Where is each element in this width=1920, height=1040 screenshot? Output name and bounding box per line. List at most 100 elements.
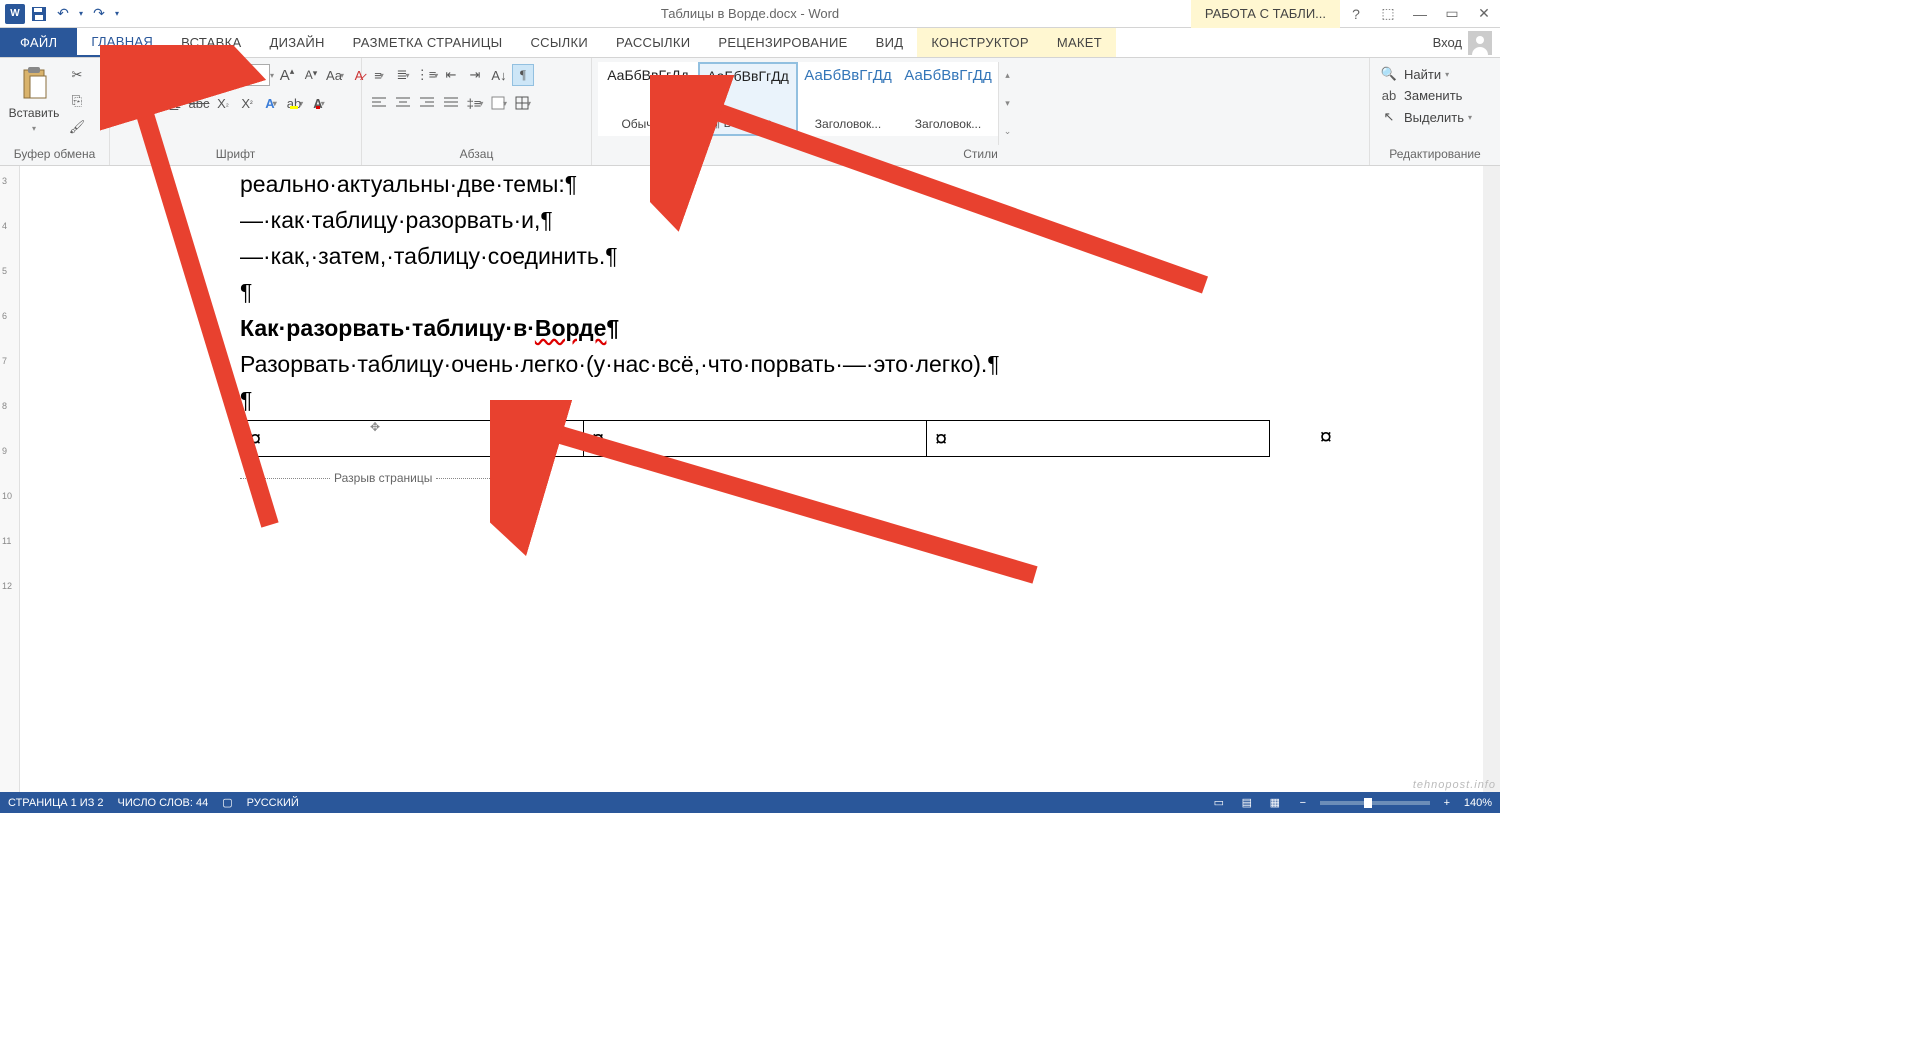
expand-icon[interactable]: ⌄ bbox=[1004, 126, 1012, 137]
ribbon-display-icon[interactable]: ⬚ bbox=[1372, 2, 1404, 26]
superscript-icon[interactable]: X² bbox=[236, 92, 258, 114]
print-layout-icon[interactable]: ▤ bbox=[1236, 795, 1258, 811]
undo-icon[interactable]: ↶ bbox=[52, 3, 74, 25]
bold-icon[interactable]: Ж bbox=[116, 92, 138, 114]
change-case-icon[interactable]: Aa▾ bbox=[324, 64, 346, 86]
scroll-down-icon[interactable]: ▾ bbox=[1005, 98, 1010, 109]
status-page[interactable]: СТРАНИЦА 1 ИЗ 2 bbox=[8, 797, 104, 809]
sign-in[interactable]: Вход bbox=[1425, 28, 1500, 57]
status-word-count[interactable]: ЧИСЛО СЛОВ: 44 bbox=[118, 797, 209, 809]
show-hide-icon[interactable]: ¶ bbox=[512, 64, 534, 86]
zoom-in-icon[interactable]: + bbox=[1436, 795, 1458, 811]
subscript-icon[interactable]: X₂ bbox=[212, 92, 234, 114]
tab-mailings[interactable]: РАССЫЛКИ bbox=[602, 28, 704, 57]
maximize-icon[interactable]: ▭ bbox=[1436, 2, 1468, 26]
font-name-value: Calibri (Осно bbox=[121, 68, 197, 83]
font-color-icon[interactable]: A▾ bbox=[308, 92, 330, 114]
minimize-icon[interactable]: — bbox=[1404, 2, 1436, 26]
vertical-ruler[interactable]: 3 4 5 6 7 8 9 10 11 12 bbox=[0, 166, 20, 792]
underline-icon[interactable]: Ч▾ bbox=[164, 92, 186, 114]
tab-file[interactable]: ФАЙЛ bbox=[0, 28, 77, 57]
table-move-handle-icon[interactable]: ✥ bbox=[370, 420, 380, 434]
tab-view[interactable]: ВИД bbox=[862, 28, 918, 57]
select-icon: ↖ bbox=[1380, 109, 1398, 125]
text-bold: ¶ bbox=[606, 315, 619, 341]
justify-icon[interactable] bbox=[440, 92, 462, 114]
table-row: ¤ ¤ ¤ bbox=[241, 421, 1270, 457]
qat-undo-dropdown[interactable]: ▾ bbox=[76, 3, 86, 25]
save-icon[interactable] bbox=[28, 3, 50, 25]
paste-button[interactable]: Вставить ▾ bbox=[6, 62, 62, 133]
row-end-mark: ¤ bbox=[1320, 424, 1332, 450]
replace-button[interactable]: ab Заменить bbox=[1376, 86, 1476, 105]
increase-indent-icon[interactable]: ⇥ bbox=[464, 64, 486, 86]
page-break-indicator: Разрыв страницы ¶ bbox=[240, 465, 1310, 491]
tab-home[interactable]: ГЛАВНАЯ bbox=[77, 28, 167, 57]
vertical-scrollbar[interactable] bbox=[1483, 166, 1500, 792]
redo-icon[interactable]: ↷ bbox=[88, 3, 110, 25]
table-cell[interactable]: ¤ bbox=[927, 421, 1270, 457]
select-button[interactable]: ↖ Выделить ▾ bbox=[1376, 107, 1476, 127]
style-heading2[interactable]: АаБбВвГгДд Заголовок... bbox=[898, 62, 998, 136]
tab-table-design[interactable]: КОНСТРУКТОР bbox=[917, 28, 1042, 57]
grow-font-icon[interactable]: A▴ bbox=[276, 64, 298, 86]
group-styles-label: Стили bbox=[598, 145, 1363, 165]
zoom-slider[interactable] bbox=[1320, 801, 1430, 805]
tab-references[interactable]: ССЫЛКИ bbox=[516, 28, 602, 57]
style-normal[interactable]: АаБбВвГгДд Обычный bbox=[598, 62, 698, 136]
strikethrough-icon[interactable]: abc bbox=[188, 92, 210, 114]
style-heading1[interactable]: АаБбВвГгДд Заголовок... bbox=[798, 62, 898, 136]
cut-icon[interactable]: ✂ bbox=[66, 64, 88, 86]
multilevel-icon[interactable]: ⋮≡▾ bbox=[416, 64, 438, 86]
borders-icon[interactable]: ▾ bbox=[512, 92, 534, 114]
style-no-spacing[interactable]: АаБбВвГгДд ¶ Без инте... bbox=[698, 62, 798, 136]
paste-icon bbox=[18, 66, 50, 102]
scroll-up-icon[interactable]: ▴ bbox=[1005, 70, 1010, 81]
word-app-icon[interactable]: W bbox=[4, 3, 26, 25]
replace-label: Заменить bbox=[1404, 88, 1462, 103]
style-gallery-more[interactable]: ▴ ▾ ⌄ bbox=[998, 62, 1016, 145]
format-painter-icon[interactable]: 🖌 bbox=[66, 116, 88, 138]
bullets-icon[interactable]: ≡▾ bbox=[368, 64, 390, 86]
align-center-icon[interactable] bbox=[392, 92, 414, 114]
table-cell[interactable]: ¤ bbox=[584, 421, 927, 457]
zoom-level[interactable]: 140% bbox=[1464, 797, 1492, 809]
document-page[interactable]: реально·актуальны·две·темы:¶ —·как·табли… bbox=[90, 166, 1310, 491]
italic-icon[interactable]: К bbox=[140, 92, 162, 114]
tab-review[interactable]: РЕЦЕНЗИРОВАНИЕ bbox=[704, 28, 861, 57]
qat-customize-icon[interactable]: ▾ bbox=[112, 3, 122, 25]
highlight-icon[interactable]: ab▾ bbox=[284, 92, 306, 114]
table-cell[interactable]: ¤ bbox=[241, 421, 584, 457]
web-layout-icon[interactable]: ▦ bbox=[1264, 795, 1286, 811]
align-right-icon[interactable] bbox=[416, 92, 438, 114]
document-text[interactable]: реально·актуальны·две·темы:¶ —·как·табли… bbox=[240, 166, 1310, 418]
page-break-label: Разрыв страницы bbox=[330, 471, 436, 485]
numbering-icon[interactable]: ≣▾ bbox=[392, 64, 414, 86]
tab-insert[interactable]: ВСТАВКА bbox=[167, 28, 255, 57]
tab-page-layout[interactable]: РАЗМЕТКА СТРАНИЦЫ bbox=[339, 28, 517, 57]
close-icon[interactable]: ✕ bbox=[1468, 2, 1500, 26]
group-font-label: Шрифт bbox=[116, 145, 355, 165]
help-icon[interactable]: ? bbox=[1340, 2, 1372, 26]
decrease-indent-icon[interactable]: ⇤ bbox=[440, 64, 462, 86]
page-canvas[interactable]: реально·актуальны·две·темы:¶ —·как·табли… bbox=[20, 166, 1500, 792]
read-mode-icon[interactable]: ▭ bbox=[1208, 795, 1230, 811]
shading-icon[interactable]: ▾ bbox=[488, 92, 510, 114]
status-proofing-icon[interactable]: ▢ bbox=[222, 796, 232, 809]
align-left-icon[interactable] bbox=[368, 92, 390, 114]
copy-icon[interactable]: ⎘ bbox=[66, 90, 88, 112]
cell-mark: ¤ bbox=[592, 426, 604, 451]
style-sample: АаБбВвГгДд bbox=[804, 67, 891, 84]
status-language[interactable]: РУССКИЙ bbox=[247, 797, 299, 809]
shrink-font-icon[interactable]: A▾ bbox=[300, 64, 322, 86]
zoom-out-icon[interactable]: − bbox=[1292, 795, 1314, 811]
tab-design[interactable]: ДИЗАЙН bbox=[255, 28, 338, 57]
document-table[interactable]: ¤ ¤ ¤ bbox=[240, 420, 1270, 457]
font-size-combo[interactable]: 14 bbox=[230, 64, 270, 86]
text-effects-icon[interactable]: A▾ bbox=[260, 92, 282, 114]
line-spacing-icon[interactable]: ‡≡▾ bbox=[464, 92, 486, 114]
tab-table-layout[interactable]: МАКЕТ bbox=[1043, 28, 1116, 57]
find-button[interactable]: 🔍 Найти ▾ bbox=[1376, 64, 1476, 84]
font-name-combo[interactable]: Calibri (Осно bbox=[116, 64, 228, 86]
sort-icon[interactable]: A↓ bbox=[488, 64, 510, 86]
